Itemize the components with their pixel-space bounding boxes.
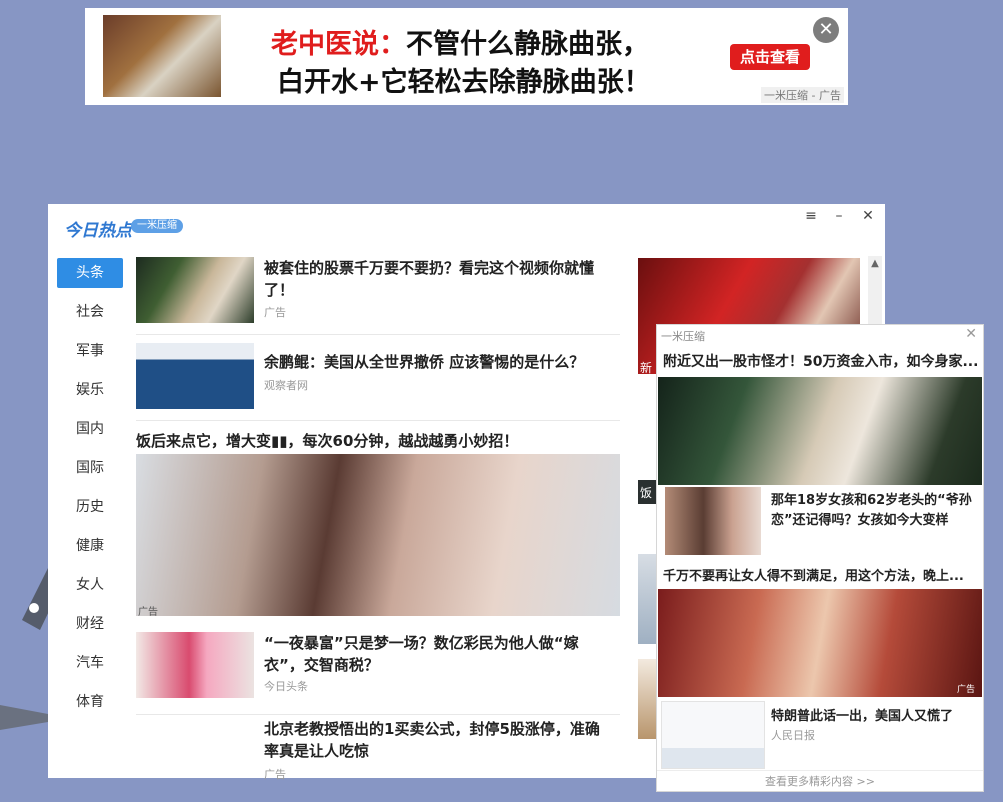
thumbnail bbox=[136, 718, 254, 770]
app-logo-badge: 一米压缩 bbox=[131, 219, 183, 233]
thumbnail bbox=[136, 343, 254, 409]
nav-item-junshi[interactable]: 军事 bbox=[57, 336, 123, 366]
popup-ad-window: 一米压缩 ✕ 附近又出一股市怪才！50万资金入市，如今身家... 那年18岁女孩… bbox=[656, 324, 984, 792]
list-item[interactable]: “一夜暴富”只是梦一场？数亿彩民为他人做“嫁衣”，交智商税？ 今日头条 bbox=[136, 632, 620, 715]
item-title: 北京老教授悟出的1买卖公式，封停5股涨停，准确率真是让人吃惊 bbox=[264, 720, 600, 760]
popup-item-image[interactable] bbox=[658, 377, 982, 485]
list-item[interactable]: 余鹏鲲：美国从全世界撤侨 应该警惕的是什么？ 观察者网 bbox=[136, 343, 620, 421]
nav-item-shehui[interactable]: 社会 bbox=[57, 297, 123, 327]
item-title: 余鹏鲲：美国从全世界撤侨 应该警惕的是什么？ bbox=[264, 353, 585, 371]
nav-item-guoji[interactable]: 国际 bbox=[57, 453, 123, 483]
nav-item-lishi[interactable]: 历史 bbox=[57, 492, 123, 522]
popup-header: 一米压缩 bbox=[661, 330, 705, 343]
popup-ad-mark: 广告 bbox=[956, 685, 975, 695]
big-item-title[interactable]: 饭后来点它，增大变▮▮，每次60分钟，越战越勇小妙招！ bbox=[136, 430, 518, 451]
list-item[interactable]: 被套住的股票千万要不要扔？看完这个视频你就懂了！ 广告 bbox=[136, 257, 620, 335]
ad-cta-button[interactable]: 点击查看 bbox=[730, 44, 810, 70]
popup-item-image[interactable] bbox=[661, 701, 765, 769]
popup-item-image[interactable] bbox=[658, 589, 982, 697]
big-item-source: 广告 bbox=[138, 607, 158, 618]
item-source: 今日头条 bbox=[264, 680, 308, 693]
app-logo: 今日热点 bbox=[64, 221, 132, 241]
ad-headline-line1: 老中医说：不管什么静脉曲张， bbox=[271, 22, 649, 61]
popup-item-title[interactable]: 附近又出一股市怪才！50万资金入市，如今身家... bbox=[663, 351, 981, 371]
item-title: 被套住的股票千万要不要扔？看完这个视频你就懂了！ bbox=[264, 259, 595, 299]
popup-item-title[interactable]: 特朗普此话一出，美国人又慌了 bbox=[771, 705, 953, 724]
nav-item-nvren[interactable]: 女人 bbox=[57, 570, 123, 600]
popup-item-source: 人民日报 bbox=[771, 729, 815, 742]
item-source: 广告 bbox=[264, 768, 286, 781]
right-column-label: 新 bbox=[640, 361, 653, 375]
ad-headline-line2: 白开水+它轻松去除静脉曲张！ bbox=[277, 67, 651, 98]
close-icon[interactable]: ✕ bbox=[860, 208, 876, 224]
top-ad-banner[interactable]: 老中医说：不管什么静脉曲张， 白开水+它轻松去除静脉曲张！ 点击查看 ✕ 一米压… bbox=[85, 8, 848, 105]
scroll-up-icon[interactable]: ▲ bbox=[868, 258, 882, 269]
nav-item-yule[interactable]: 娱乐 bbox=[57, 375, 123, 405]
popup-close-icon[interactable]: ✕ bbox=[965, 326, 977, 342]
ad-photo bbox=[103, 15, 221, 97]
thumbnail bbox=[136, 632, 254, 698]
popup-more-link[interactable]: 查看更多精彩内容 >> bbox=[657, 770, 983, 789]
item-title: “一夜暴富”只是梦一场？数亿彩民为他人做“嫁衣”，交智商税？ bbox=[264, 634, 579, 674]
ad-headline-lead: 老中医说： bbox=[271, 29, 406, 60]
nav-item-qiche[interactable]: 汽车 bbox=[57, 648, 123, 678]
popup-item-image[interactable] bbox=[665, 487, 761, 555]
nav-item-guonei[interactable]: 国内 bbox=[57, 414, 123, 444]
minimize-icon[interactable]: – bbox=[831, 208, 847, 224]
menu-icon[interactable]: ≡ bbox=[803, 208, 819, 224]
item-source: 观察者网 bbox=[264, 379, 308, 392]
popup-item-title[interactable]: 千万不要再让女人得不到满足，用这个方法，晚上... bbox=[663, 565, 981, 584]
big-item-image[interactable] bbox=[136, 454, 620, 616]
popup-item-title[interactable]: 那年18岁女孩和62岁老头的“爷孙恋”还记得吗？女孩如今大变样 bbox=[771, 491, 977, 531]
list-item[interactable]: 北京老教授悟出的1买卖公式，封停5股涨停，准确率真是让人吃惊 广告 bbox=[136, 718, 620, 781]
ad-tag: 一米压缩 - 广告 bbox=[761, 87, 844, 103]
nav-item-tiyu[interactable]: 体育 bbox=[57, 687, 123, 717]
nav-item-caijing[interactable]: 财经 bbox=[57, 609, 123, 639]
ad-close-icon[interactable]: ✕ bbox=[813, 17, 839, 43]
ad-headline-rest: 不管什么静脉曲张， bbox=[406, 29, 649, 60]
item-source: 广告 bbox=[264, 306, 286, 319]
nav-item-toutiao[interactable]: 头条 bbox=[57, 258, 123, 288]
nav-item-jiankang[interactable]: 健康 bbox=[57, 531, 123, 561]
right-column-label: 饭 bbox=[640, 486, 653, 500]
thumbnail bbox=[136, 257, 254, 323]
